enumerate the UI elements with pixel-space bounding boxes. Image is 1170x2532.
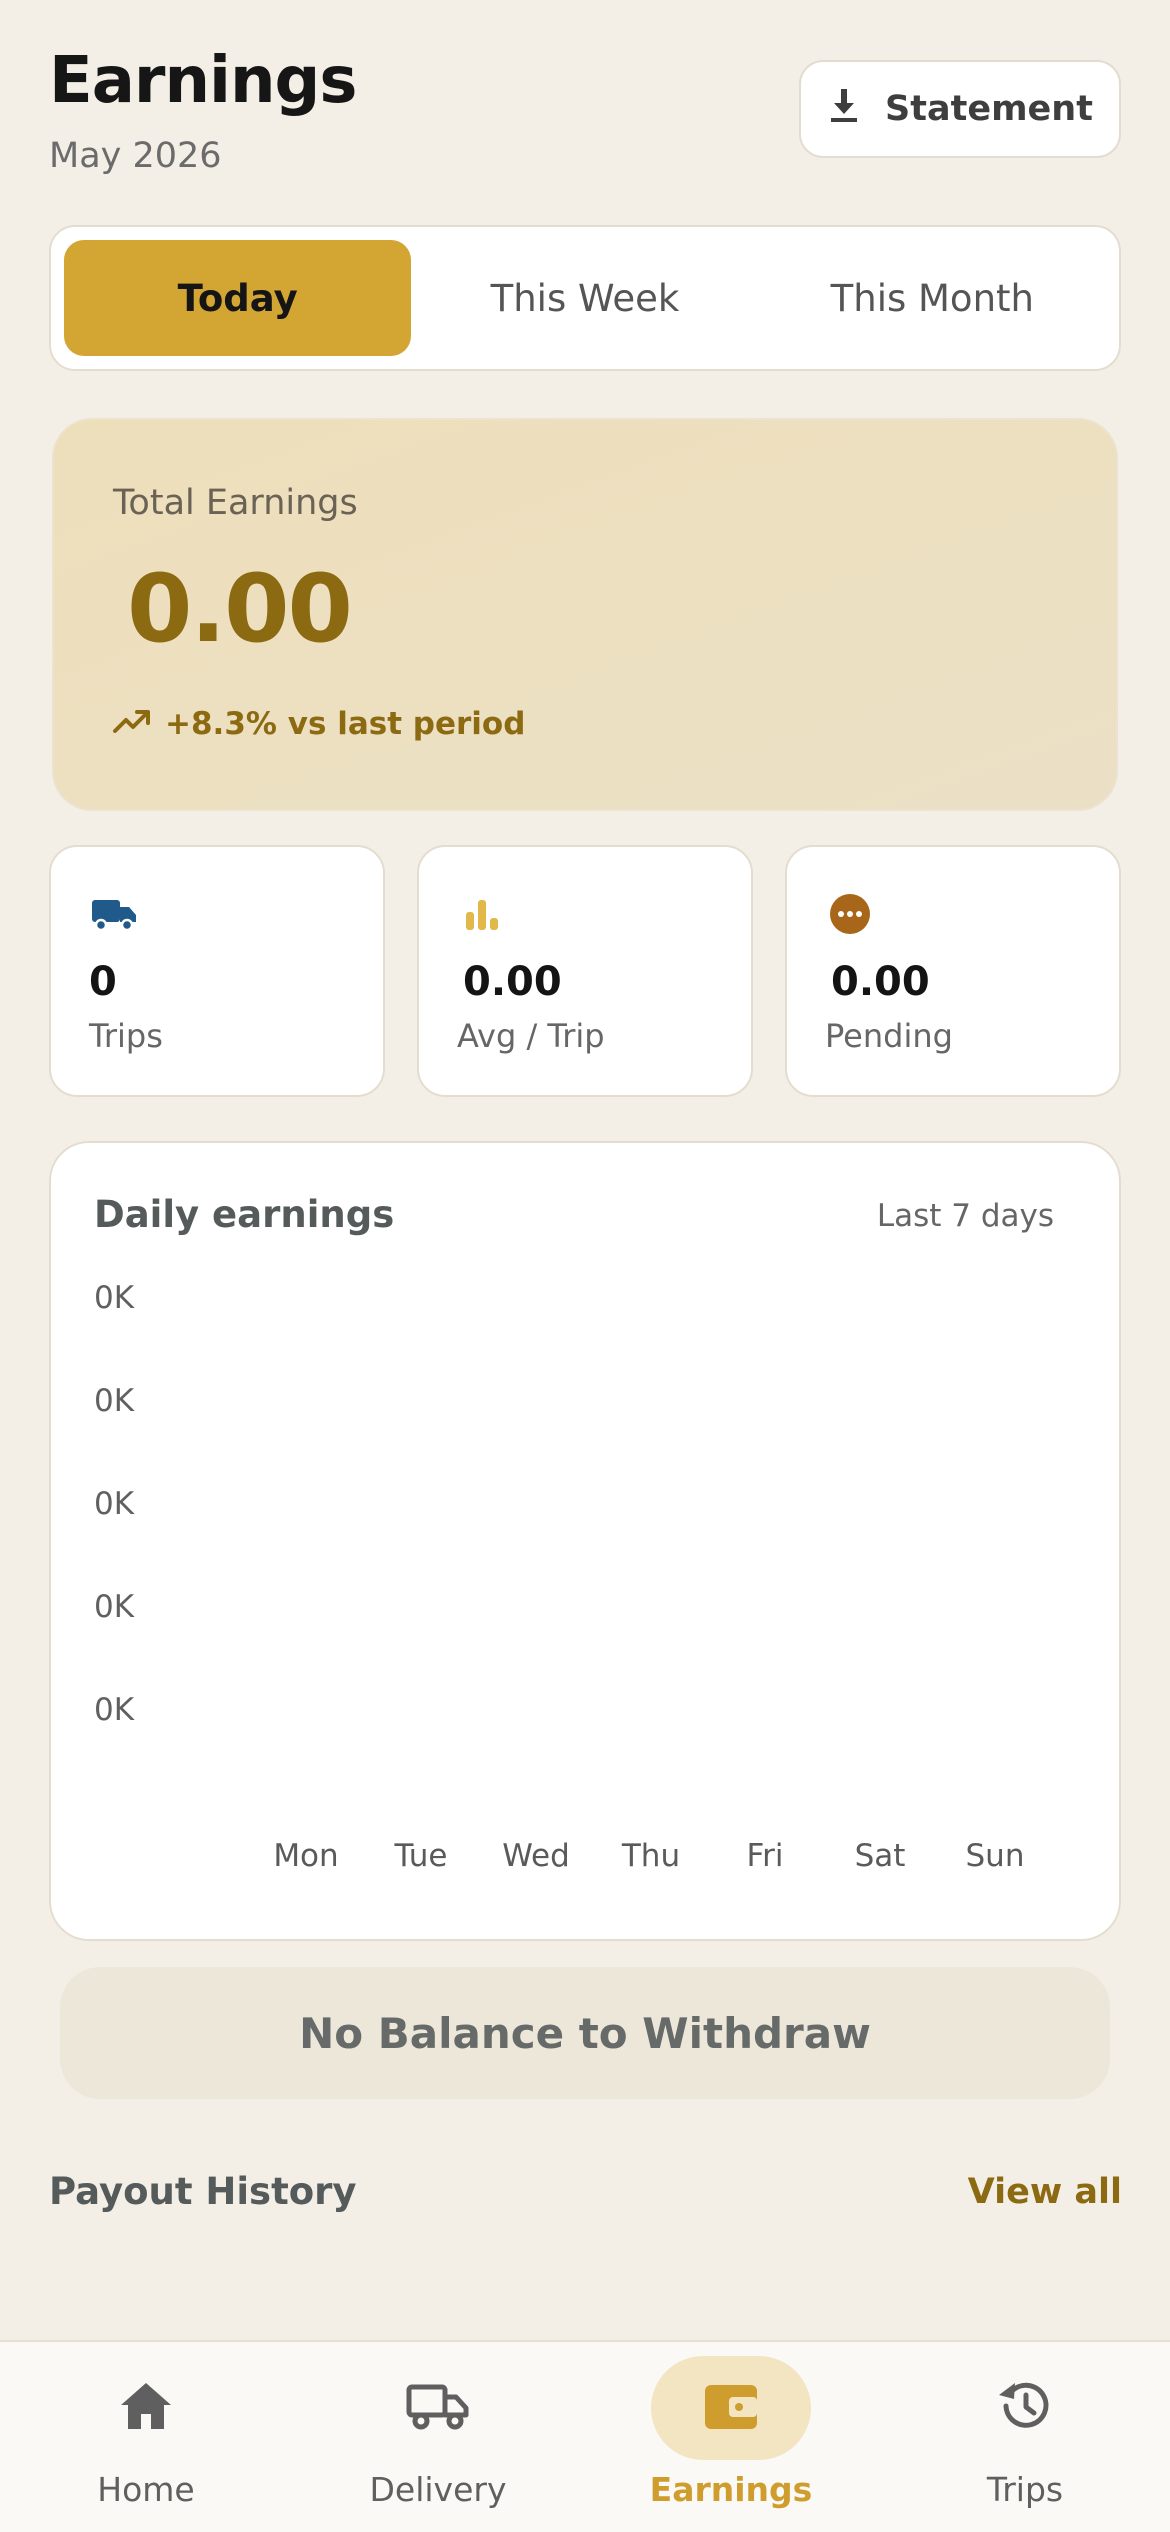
payout-history-title: Payout History	[49, 2170, 357, 2213]
stat-card-pending[interactable]: 0.00 Pending	[785, 845, 1121, 1097]
total-earnings-label: Total Earnings	[113, 483, 358, 523]
home-icon	[118, 2380, 174, 2436]
stat-value: 0.00	[463, 959, 562, 1005]
stat-label: Trips	[89, 1017, 163, 1055]
y-axis-tick: 0K	[94, 1692, 135, 1728]
y-axis-tick: 0K	[94, 1486, 135, 1522]
x-axis-tick: Thu	[621, 1838, 681, 1874]
withdraw-button[interactable]: No Balance to Withdraw	[60, 1967, 1110, 2099]
wallet-icon	[703, 2381, 759, 2435]
trend-text: +8.3% vs last period	[165, 706, 526, 742]
trend-indicator: +8.3% vs last period	[113, 706, 525, 742]
page-title: Earnings	[49, 44, 357, 118]
truck-icon	[89, 889, 139, 939]
nav-item-home[interactable]: Home	[26, 2356, 266, 2516]
nav-label: Home	[97, 2470, 195, 2509]
nav-label: Delivery	[369, 2470, 507, 2509]
tab-this-month[interactable]: This Month	[759, 240, 1106, 356]
period-tabs: Today This Week This Month	[49, 225, 1121, 371]
stat-card-trips[interactable]: 0 Trips	[49, 845, 385, 1097]
x-axis-tick: Wed	[502, 1838, 570, 1874]
stat-value: 0	[89, 959, 117, 1005]
x-axis-tick: Sun	[965, 1838, 1025, 1874]
y-axis-tick: 0K	[94, 1383, 135, 1419]
nav-item-trips[interactable]: Trips	[905, 2356, 1145, 2516]
stat-card-avg-trip[interactable]: 0.00 Avg / Trip	[417, 845, 753, 1097]
truck-icon	[406, 2381, 470, 2435]
more-circle-icon	[825, 889, 875, 939]
nav-item-earnings[interactable]: Earnings	[611, 2356, 851, 2516]
history-icon	[996, 2379, 1054, 2437]
chart-range-label[interactable]: Last 7 days	[862, 1198, 1054, 1234]
stat-value: 0.00	[831, 959, 930, 1005]
stat-label: Pending	[825, 1017, 953, 1055]
nav-label: Trips	[986, 2470, 1064, 2509]
chart-title: Daily earnings	[94, 1193, 395, 1236]
period-subtitle: May 2026	[49, 136, 222, 176]
x-axis-tick: Fri	[746, 1838, 784, 1874]
x-axis-tick: Sat	[854, 1838, 906, 1874]
trending-up-icon	[113, 706, 151, 742]
x-axis-tick: Tue	[394, 1838, 448, 1874]
y-axis-tick: 0K	[94, 1280, 135, 1316]
download-icon	[827, 87, 861, 132]
nav-label: Earnings	[649, 2470, 813, 2509]
bar-chart-icon	[457, 889, 507, 939]
nav-item-delivery[interactable]: Delivery	[318, 2356, 558, 2516]
chart-bars	[240, 1270, 1040, 1790]
x-axis-tick: Mon	[273, 1838, 339, 1874]
tab-today[interactable]: Today	[64, 240, 412, 356]
total-earnings-value: 0.00	[127, 555, 353, 664]
statement-button[interactable]: Statement	[799, 60, 1121, 158]
tab-this-week[interactable]: This Week	[411, 240, 758, 356]
statement-label: Statement	[885, 89, 1093, 129]
view-all-link[interactable]: View all	[960, 2172, 1122, 2212]
y-axis-tick: 0K	[94, 1589, 135, 1625]
stat-label: Avg / Trip	[457, 1017, 605, 1055]
